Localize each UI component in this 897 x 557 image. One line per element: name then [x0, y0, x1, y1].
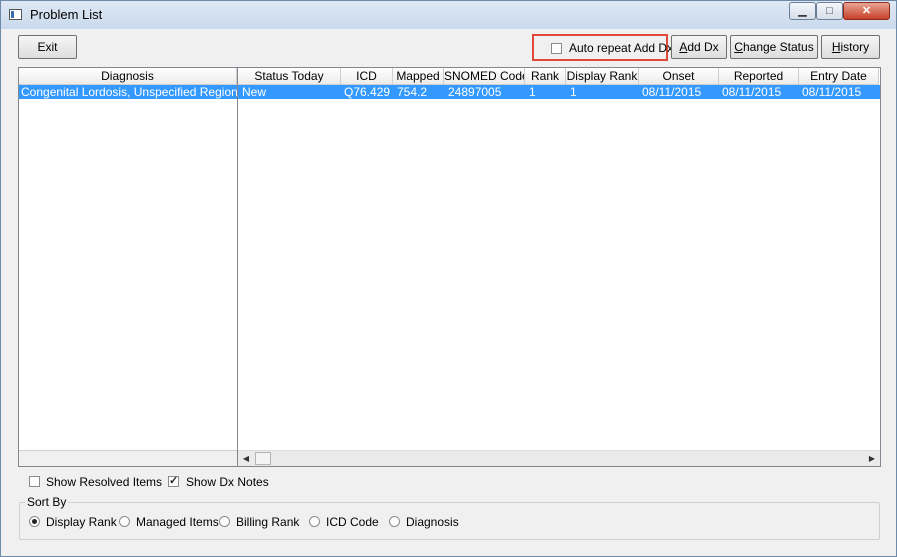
radio-display-rank[interactable] — [29, 516, 40, 527]
column-header-onset[interactable]: Onset — [639, 68, 719, 85]
cell-mapped: 754.2 — [397, 85, 428, 99]
diagnosis-list-footer — [19, 450, 237, 466]
history-button[interactable]: History — [821, 35, 880, 59]
auto-repeat-checkbox[interactable] — [551, 43, 562, 54]
minimize-icon: ▁ — [798, 5, 807, 17]
horizontal-scrollbar[interactable]: ◀ ▶ — [238, 450, 880, 466]
auto-repeat-label: Auto repeat Add Dx — [569, 41, 674, 55]
show-dx-notes-checkbox[interactable] — [168, 474, 179, 487]
column-header-display-rank[interactable]: Display Rank — [566, 68, 639, 85]
column-header-rank[interactable]: Rank — [525, 68, 566, 85]
scroll-thumb[interactable] — [255, 452, 271, 465]
column-header-snomed-code[interactable]: SNOMED Code — [444, 68, 525, 85]
list-item[interactable]: Congenital Lordosis, Unspecified Region — [19, 85, 238, 99]
radio-label-display-rank: Display Rank — [46, 515, 117, 529]
column-header-mapped[interactable]: Mapped — [393, 68, 444, 85]
radio-billing-rank[interactable] — [219, 516, 230, 527]
change-status-button[interactable]: Change Status — [730, 35, 818, 59]
diagnosis-column-header[interactable]: Diagnosis — [19, 68, 237, 85]
scroll-left-icon[interactable]: ◀ — [238, 451, 254, 466]
exit-button[interactable]: Exit — [18, 35, 77, 59]
cell-entry-date: 08/11/2015 — [802, 85, 862, 99]
cell-snomed: 24897005 — [448, 85, 502, 99]
show-resolved-label: Show Resolved Items — [46, 475, 163, 489]
radio-managed-items[interactable] — [119, 516, 130, 527]
diagnosis-cell: Congenital Lordosis, Unspecified Region — [21, 85, 238, 99]
radio-label-diagnosis: Diagnosis — [406, 515, 459, 529]
cell-status-today: New — [242, 85, 267, 99]
scroll-right-icon[interactable]: ▶ — [864, 451, 880, 466]
detail-table[interactable]: Status Today ICD Mapped SNOMED Code Rank… — [237, 67, 881, 467]
column-header-status-today[interactable]: Status Today — [238, 68, 341, 85]
radio-label-billing-rank: Billing Rank — [236, 515, 300, 529]
radio-label-managed-items: Managed Items — [136, 515, 219, 529]
radio-icd-code[interactable] — [309, 516, 320, 527]
sort-by-label: Sort By — [25, 495, 69, 509]
window-app-icon — [9, 9, 22, 20]
column-header-entry-date[interactable]: Entry Date — [799, 68, 879, 85]
cell-display-rank: 1 — [570, 85, 577, 99]
show-dx-notes-label: Show Dx Notes — [186, 475, 269, 489]
cell-rank: 1 — [529, 85, 536, 99]
radio-label-icd-code: ICD Code — [326, 515, 379, 529]
cell-reported: 08/11/2015 — [722, 85, 782, 99]
column-header-icd[interactable]: ICD — [341, 68, 393, 85]
diagnosis-list[interactable]: Diagnosis Congenital Lordosis, Unspecifi… — [18, 67, 238, 467]
table-row[interactable]: New Q76.429 754.2 24897005 1 1 08/11/201… — [238, 85, 880, 99]
maximize-icon: □ — [826, 5, 833, 17]
close-button[interactable]: ✕ — [843, 2, 890, 20]
minimize-button[interactable]: ▁ — [789, 2, 816, 20]
close-icon: ✕ — [861, 5, 872, 17]
maximize-button[interactable]: □ — [816, 2, 843, 20]
column-header-reported[interactable]: Reported — [719, 68, 799, 85]
add-dx-button[interactable]: Add Dx — [671, 35, 727, 59]
radio-diagnosis[interactable] — [389, 516, 400, 527]
show-resolved-checkbox[interactable] — [29, 476, 40, 487]
cell-onset: 08/11/2015 — [642, 85, 702, 99]
cell-icd: Q76.429 — [344, 85, 391, 99]
title-bar[interactable]: Problem List ▁ □ ✕ — [1, 1, 896, 29]
window-title: Problem List — [30, 7, 103, 22]
